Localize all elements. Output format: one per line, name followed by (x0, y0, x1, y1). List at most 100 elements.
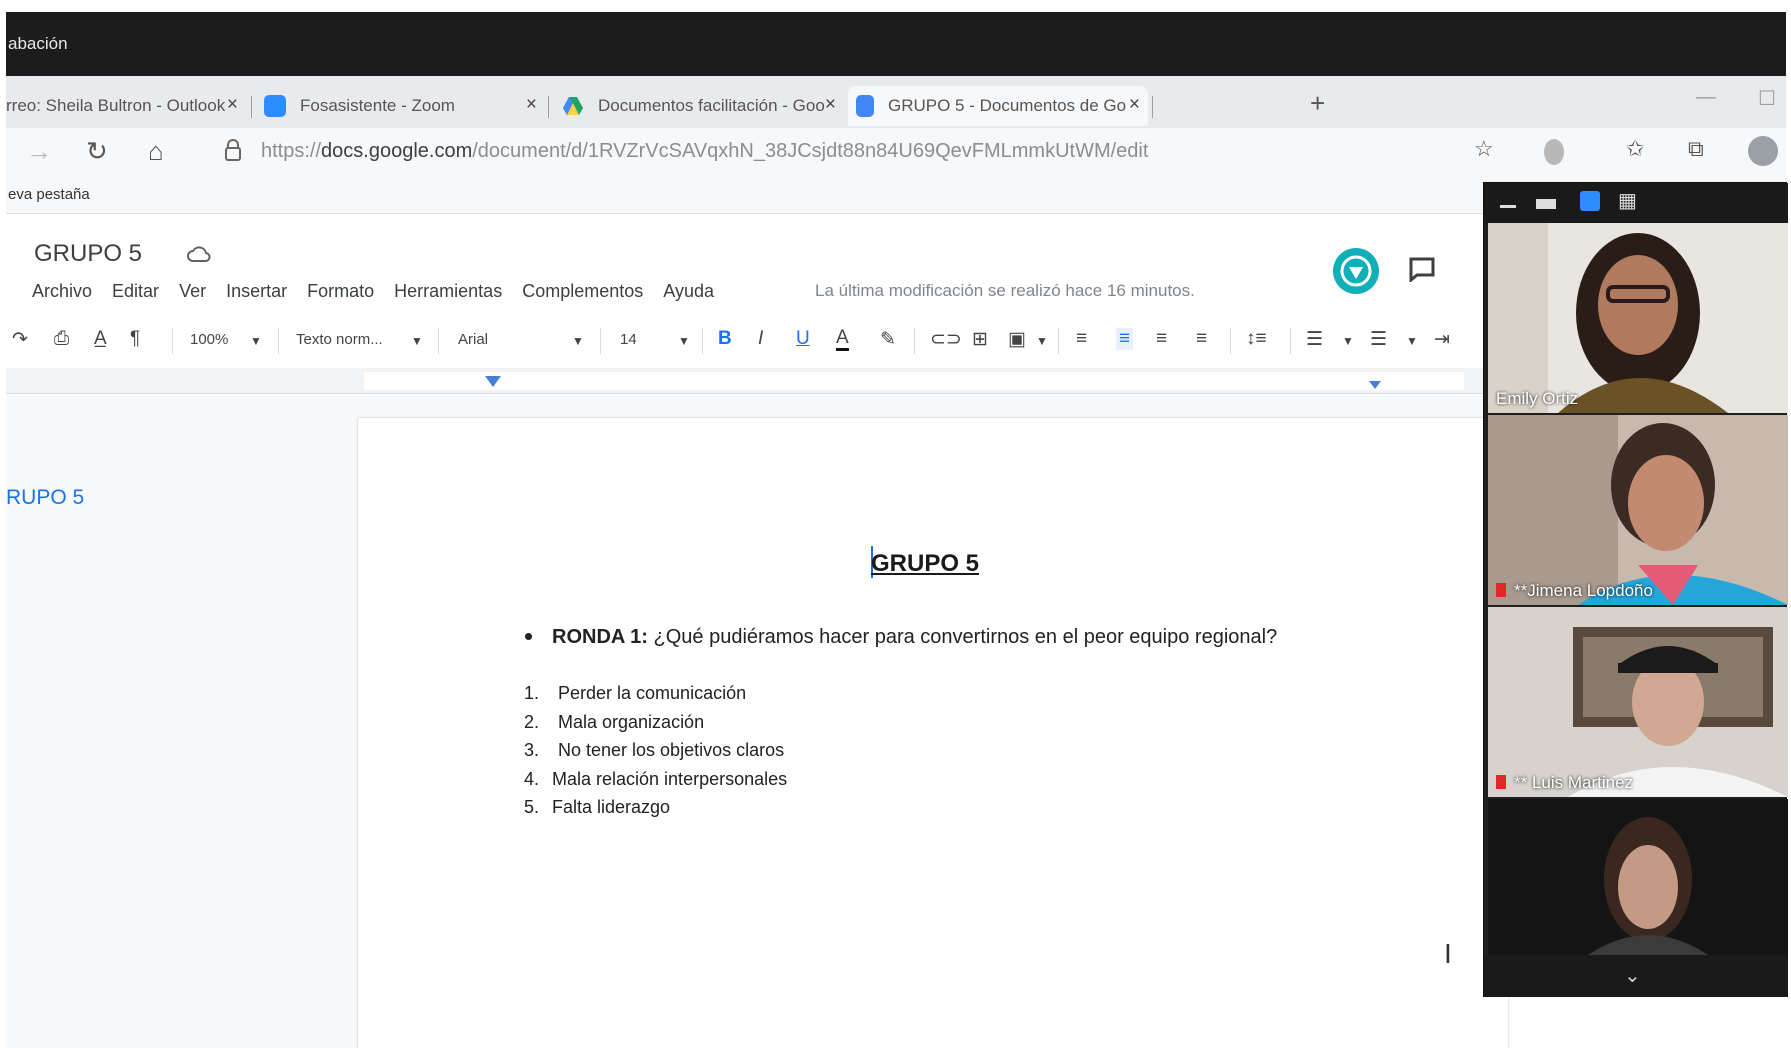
style-select[interactable]: Texto norm... (296, 331, 383, 348)
close-icon[interactable]: × (526, 94, 537, 116)
tab-drive[interactable]: Documentos facilitación - Goo × (558, 86, 844, 126)
close-icon[interactable]: × (825, 94, 836, 116)
outline-item[interactable]: RUPO 5 (6, 486, 84, 510)
participant-tile-4[interactable] (1488, 799, 1788, 955)
numbered-list: 1. Perder la comunicación 2. Mala organiza… (524, 683, 787, 826)
minimize-icon[interactable] (1500, 205, 1516, 208)
tab-outlook[interactable]: rreo: Sheila Bultron - Outlook × (6, 86, 246, 126)
align-center-icon[interactable]: ≡ (1116, 328, 1134, 350)
zoom-video-panel: ▦ Emily Ortiz **Jimena Lopdoño ** Luis M… (1483, 182, 1788, 997)
list-item: 5. Falta liderazgo (524, 797, 787, 826)
profile-avatar[interactable] (1748, 136, 1778, 166)
text-color-icon[interactable]: A (836, 328, 849, 351)
redo-icon[interactable]: ↷ (12, 328, 28, 351)
speaker-view-icon[interactable] (1536, 199, 1556, 209)
chevron-down-icon[interactable]: ▼ (411, 334, 423, 348)
cloud-saved-icon[interactable] (187, 245, 211, 263)
insert-image-icon[interactable]: ▣ (1008, 328, 1026, 351)
list-text: Mala relación interpersonales (552, 768, 788, 789)
tab-zoom[interactable]: Fosasistente - Zoom × (260, 86, 545, 126)
link-icon[interactable]: ⊂⊃ (930, 328, 962, 351)
align-justify-icon[interactable]: ≡ (1196, 328, 1207, 350)
gallery-view-icon[interactable]: ▦ (1618, 191, 1638, 211)
menu-archivo[interactable]: Archivo (32, 281, 92, 302)
tab-separator (548, 96, 549, 118)
menu-complementos[interactable]: Complementos (522, 281, 643, 302)
bold-icon[interactable]: B (718, 328, 732, 350)
extension-icon[interactable] (1544, 139, 1564, 165)
tab-title: Fosasistente - Zoom (300, 96, 455, 115)
list-text: Mala organización (558, 711, 705, 732)
lock-icon[interactable] (224, 138, 242, 162)
spellcheck-icon[interactable]: A̲ (94, 328, 107, 350)
collections-icon[interactable]: ⧉ (1688, 136, 1704, 162)
print-icon[interactable]: ⎙ (54, 328, 69, 350)
list-number: 1. (524, 683, 540, 703)
participant-tile-3[interactable]: ** Luis Martinez (1488, 607, 1788, 797)
menu-herramientas[interactable]: Herramientas (394, 281, 502, 302)
comment-icon[interactable] (1408, 256, 1436, 282)
url-prefix: https:// (261, 140, 322, 162)
list-item: 2. Mala organización (524, 712, 787, 741)
favorites-icon[interactable]: ✩ (1626, 136, 1644, 162)
maximize-icon[interactable]: ☐ (1758, 86, 1776, 111)
home-icon[interactable]: ⌂ (148, 136, 164, 167)
toolbar-separator (914, 328, 915, 354)
font-size-select[interactable]: 14 (620, 331, 637, 348)
chevron-down-icon[interactable]: ▼ (1406, 334, 1418, 348)
document-title[interactable]: GRUPO 5 (34, 240, 142, 268)
right-indent-marker-icon[interactable] (1368, 380, 1382, 390)
list-item: 4. Mala relación interpersonales (524, 769, 787, 798)
forward-icon[interactable]: → (26, 136, 52, 167)
menu-formato[interactable]: Formato (307, 281, 374, 302)
last-edit-notice[interactable]: La última modificación se realizó hace 1… (815, 281, 1195, 301)
close-icon[interactable]: × (227, 94, 238, 116)
indent-marker-icon[interactable] (484, 375, 502, 389)
paint-format-icon[interactable]: ¶ (130, 328, 140, 350)
numbered-list-icon[interactable]: ⇥ (1434, 328, 1450, 351)
new-tab-button[interactable]: + (1310, 88, 1325, 119)
close-icon[interactable]: × (1129, 94, 1140, 116)
participant-video (1488, 223, 1788, 413)
docs-extension-icon[interactable] (1333, 248, 1379, 294)
list-text: No tener los objetivos claros (558, 740, 785, 760)
checklist-icon[interactable]: ☰ (1306, 328, 1323, 351)
star-icon[interactable]: ☆ (1474, 136, 1494, 162)
list-number: 5. (524, 797, 540, 817)
reload-icon[interactable]: ↻ (86, 136, 108, 167)
url-field[interactable]: https://docs.google.com/document/d/1RVZr… (261, 140, 1148, 163)
tab-google-docs[interactable]: GRUPO 5 - Documentos de Go × (848, 86, 1148, 126)
bulleted-list-icon[interactable]: ☰ (1370, 328, 1387, 351)
bookmark-item[interactable]: eva pestaña (8, 186, 90, 203)
menu-insertar[interactable]: Insertar (226, 281, 287, 302)
align-left-icon[interactable]: ≡ (1076, 328, 1087, 350)
ruler[interactable] (6, 368, 1486, 394)
participant-video (1488, 415, 1788, 605)
chevron-down-icon[interactable]: ▼ (250, 334, 262, 348)
tab-title: rreo: Sheila Bultron - Outlook (6, 96, 226, 115)
chevron-down-icon[interactable]: ▼ (572, 334, 584, 348)
tab-separator (251, 96, 252, 118)
highlight-icon[interactable]: ✎ (880, 328, 896, 351)
menu-ver[interactable]: Ver (179, 281, 206, 302)
underline-icon[interactable]: U (796, 328, 810, 350)
align-right-icon[interactable]: ≡ (1156, 328, 1167, 350)
minimize-icon[interactable]: — (1696, 86, 1716, 109)
add-comment-icon[interactable]: ⊞ (972, 328, 988, 351)
menu-editar[interactable]: Editar (112, 281, 159, 302)
chevron-down-icon[interactable]: ⌄ (1624, 963, 1641, 988)
chevron-down-icon[interactable]: ▼ (1036, 334, 1048, 348)
strip-view-icon[interactable] (1580, 191, 1600, 211)
participant-tile-1[interactable]: Emily Ortiz (1488, 223, 1788, 413)
line-spacing-icon[interactable]: ↕≡ (1246, 328, 1267, 350)
chevron-down-icon[interactable]: ▼ (678, 334, 690, 348)
zoom-panel-header: ▦ (1484, 183, 1788, 223)
font-select[interactable]: Arial (458, 331, 488, 348)
italic-icon[interactable]: I (758, 328, 763, 350)
menu-ayuda[interactable]: Ayuda (663, 281, 714, 302)
participant-tile-2[interactable]: **Jimena Lopdoño (1488, 415, 1788, 605)
zoom-select[interactable]: 100% (190, 331, 228, 348)
tab-title: GRUPO 5 - Documentos de Go (888, 96, 1127, 115)
chevron-down-icon[interactable]: ▼ (1342, 334, 1354, 348)
tab-separator (1152, 96, 1153, 118)
